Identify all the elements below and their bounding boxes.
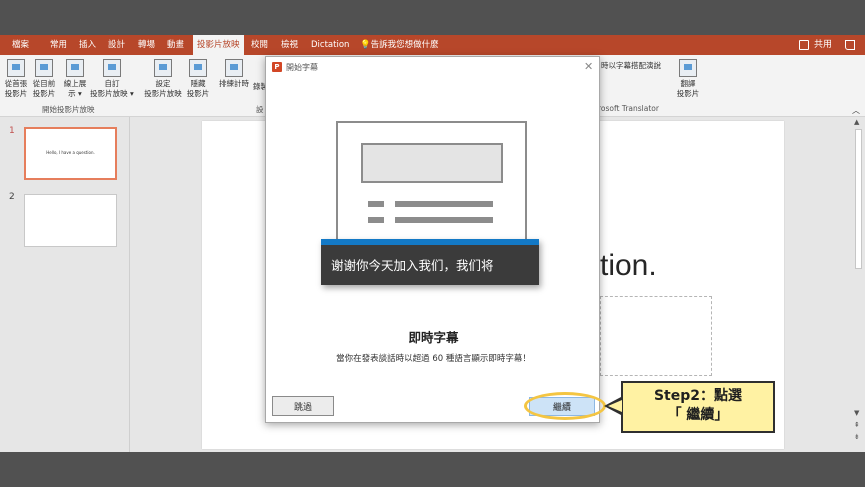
slide-number-2: 2 xyxy=(9,192,15,202)
tab-review[interactable]: 校閱 xyxy=(251,35,268,55)
dialog-title: 開始字幕 xyxy=(286,63,318,72)
translate-slides-button[interactable]: 翻譯 投影片 xyxy=(675,59,701,99)
hide-slide-label: 隱藏 投影片 xyxy=(186,79,210,98)
present-online-label: 線上展 示 ▾ xyxy=(63,79,87,98)
next-slide-icon[interactable]: ⇟ xyxy=(854,433,860,441)
rehearse-timings-label: 排練計時 xyxy=(219,79,249,88)
custom-show-label: 自訂 投影片放映 ▾ xyxy=(90,79,134,98)
collapse-ribbon-icon[interactable]: ︿ xyxy=(852,105,860,116)
translate-slides-label: 翻譯 投影片 xyxy=(676,79,700,98)
vertical-scrollbar[interactable]: ▲ ▼ ⇞ ⇟ xyxy=(852,117,865,452)
caption-banner: 谢谢你今天加入我们，我们将 xyxy=(321,239,539,285)
tab-slide-show[interactable]: 投影片放映 xyxy=(193,35,244,55)
continue-button[interactable]: 繼續 xyxy=(529,397,595,416)
tab-home[interactable]: 常用 xyxy=(50,35,67,55)
setup-slideshow-button[interactable]: 設定 投影片放映 xyxy=(141,59,185,99)
comments-icon[interactable] xyxy=(845,40,855,50)
dialog-heading: 即時字幕 xyxy=(408,330,459,345)
illustration-line xyxy=(395,217,493,223)
stopwatch-icon xyxy=(225,59,243,77)
illustration-bullet xyxy=(368,201,384,207)
scroll-thumb[interactable] xyxy=(855,129,862,269)
scroll-up-icon[interactable]: ▲ xyxy=(854,118,859,126)
close-icon[interactable]: ✕ xyxy=(584,60,593,73)
tab-insert[interactable]: 插入 xyxy=(79,35,96,55)
share-button[interactable]: 共用 xyxy=(814,35,832,55)
subtitle-placeholder[interactable] xyxy=(600,296,712,376)
share-icon xyxy=(799,40,809,50)
from-beginning-button[interactable]: 從首張 投影片 xyxy=(3,59,29,99)
previous-slide-icon[interactable]: ⇞ xyxy=(854,421,860,429)
group-setup-partial: 設 xyxy=(256,105,264,114)
group-start-slideshow: 開始投影片放映 xyxy=(42,105,95,114)
tell-me-label: 告訴我您想做什麼 xyxy=(370,40,439,50)
tab-file[interactable]: 檔案 xyxy=(12,35,29,55)
dialog-description: 當你在發表談話時以超過 60 種語言顯示即時字幕！ xyxy=(336,354,531,364)
slide-number-1: 1 xyxy=(9,126,15,136)
illustration-screen xyxy=(361,143,503,183)
thumbnail-pane: 1 Hello, I have a question. 2 xyxy=(0,117,130,452)
step-callout: Step2：點選 「 繼續」 xyxy=(621,381,775,433)
skip-button[interactable]: 跳過 xyxy=(272,396,334,416)
slideshow-current-icon xyxy=(35,59,53,77)
slide-title[interactable]: tion. xyxy=(600,249,657,283)
start-subtitles-dialog: P 開始字幕 ✕ 谢谢你今天加入我们，我们将 即時字幕 當你在發表談話時以超過 … xyxy=(265,56,600,423)
illustration-bullet xyxy=(368,217,384,223)
custom-show-button[interactable]: 自訂 投影片放映 ▾ xyxy=(89,59,135,99)
present-online-icon xyxy=(66,59,84,77)
from-beginning-label: 從首張 投影片 xyxy=(4,79,28,98)
thumbnail-text: Hello, I have a question. xyxy=(46,150,95,155)
translate-icon xyxy=(679,59,697,77)
hide-slide-button[interactable]: 隱藏 投影片 xyxy=(185,59,211,99)
from-current-button[interactable]: 從目前 投影片 xyxy=(31,59,57,99)
tab-dictation[interactable]: Dictation xyxy=(311,35,349,55)
rehearse-timings-button[interactable]: 排練計時 xyxy=(216,59,252,89)
always-use-subtitles-partial[interactable]: 時以字幕搭配演說 xyxy=(601,60,661,71)
tab-view[interactable]: 檢視 xyxy=(281,35,298,55)
illustration-line xyxy=(395,201,493,207)
custom-show-icon xyxy=(103,59,121,77)
present-online-button[interactable]: 線上展 示 ▾ xyxy=(61,59,89,99)
status-bar xyxy=(0,452,865,487)
hide-slide-icon xyxy=(189,59,207,77)
callout-line-1: Step2：點選 xyxy=(653,388,743,404)
scroll-down-icon[interactable]: ▼ xyxy=(854,409,859,417)
powerpoint-logo-icon: P xyxy=(272,62,282,72)
tab-animations[interactable]: 動畫 xyxy=(167,35,184,55)
tab-design[interactable]: 設計 xyxy=(108,35,125,55)
caption-sample-text: 谢谢你今天加入我们，我们将 xyxy=(331,258,494,273)
slide-thumbnail-2[interactable] xyxy=(24,194,117,247)
from-current-label: 從目前 投影片 xyxy=(32,79,56,98)
lightbulb-icon: 💡 xyxy=(360,40,371,50)
tell-me-search[interactable]: 💡告訴我您想做什麼 xyxy=(360,35,439,55)
illustration-presentation-icon xyxy=(336,121,527,247)
slide-thumbnail-1[interactable]: Hello, I have a question. xyxy=(24,127,117,180)
ribbon-tab-bar: 檔案 常用 插入 設計 轉場 動畫 投影片放映 校閱 檢視 Dictation … xyxy=(0,35,865,55)
group-translator-partial: rosoft Translator xyxy=(598,104,659,113)
setup-slideshow-label: 設定 投影片放映 xyxy=(144,79,182,98)
slideshow-start-icon xyxy=(7,59,25,77)
title-bar xyxy=(0,0,865,35)
setup-slideshow-icon xyxy=(154,59,172,77)
tab-transitions[interactable]: 轉場 xyxy=(138,35,155,55)
callout-pointer-fill xyxy=(608,400,622,412)
callout-line-2: 「 繼續」 xyxy=(667,407,729,423)
